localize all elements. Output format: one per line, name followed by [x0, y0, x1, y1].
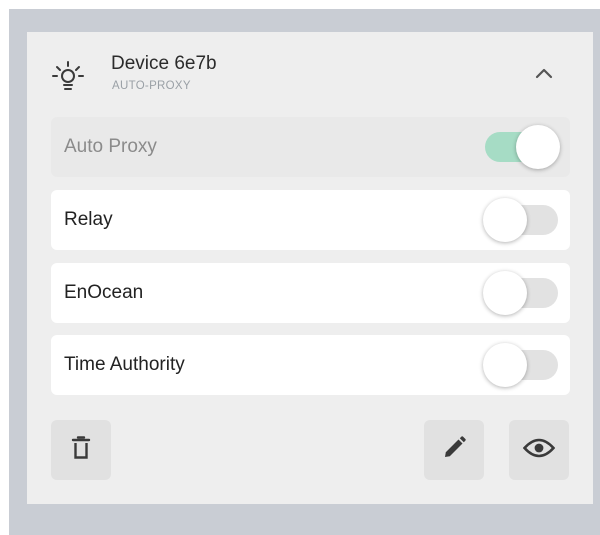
toggle-knob: [483, 198, 527, 242]
delete-button[interactable]: [51, 420, 111, 480]
setting-label: Time Authority: [64, 354, 185, 375]
view-button[interactable]: [509, 420, 569, 480]
lightbulb-icon: [50, 56, 86, 96]
toggle-knob: [516, 125, 560, 169]
toggle-knob: [483, 271, 527, 315]
eye-icon: [522, 438, 556, 463]
trash-icon: [70, 435, 92, 465]
device-title: Device 6e7b: [111, 53, 217, 74]
setting-label: EnOcean: [64, 282, 144, 303]
relay-toggle[interactable]: [483, 197, 560, 243]
auto-proxy-toggle[interactable]: [483, 124, 560, 170]
collapse-button[interactable]: [527, 58, 561, 92]
setting-label: Relay: [64, 209, 113, 230]
enocean-toggle[interactable]: [483, 270, 560, 316]
setting-row-auto-proxy: Auto Proxy: [51, 117, 570, 177]
setting-label: Auto Proxy: [64, 136, 157, 157]
pencil-icon: [441, 435, 467, 466]
time-authority-toggle[interactable]: [483, 342, 560, 388]
toggle-knob: [483, 343, 527, 387]
device-subtitle: AUTO-PROXY: [112, 80, 191, 92]
chevron-up-icon: [534, 66, 554, 85]
edit-button[interactable]: [424, 420, 484, 480]
setting-row-time-authority: Time Authority: [51, 335, 570, 395]
setting-row-relay: Relay: [51, 190, 570, 250]
setting-row-enocean: EnOcean: [51, 263, 570, 323]
